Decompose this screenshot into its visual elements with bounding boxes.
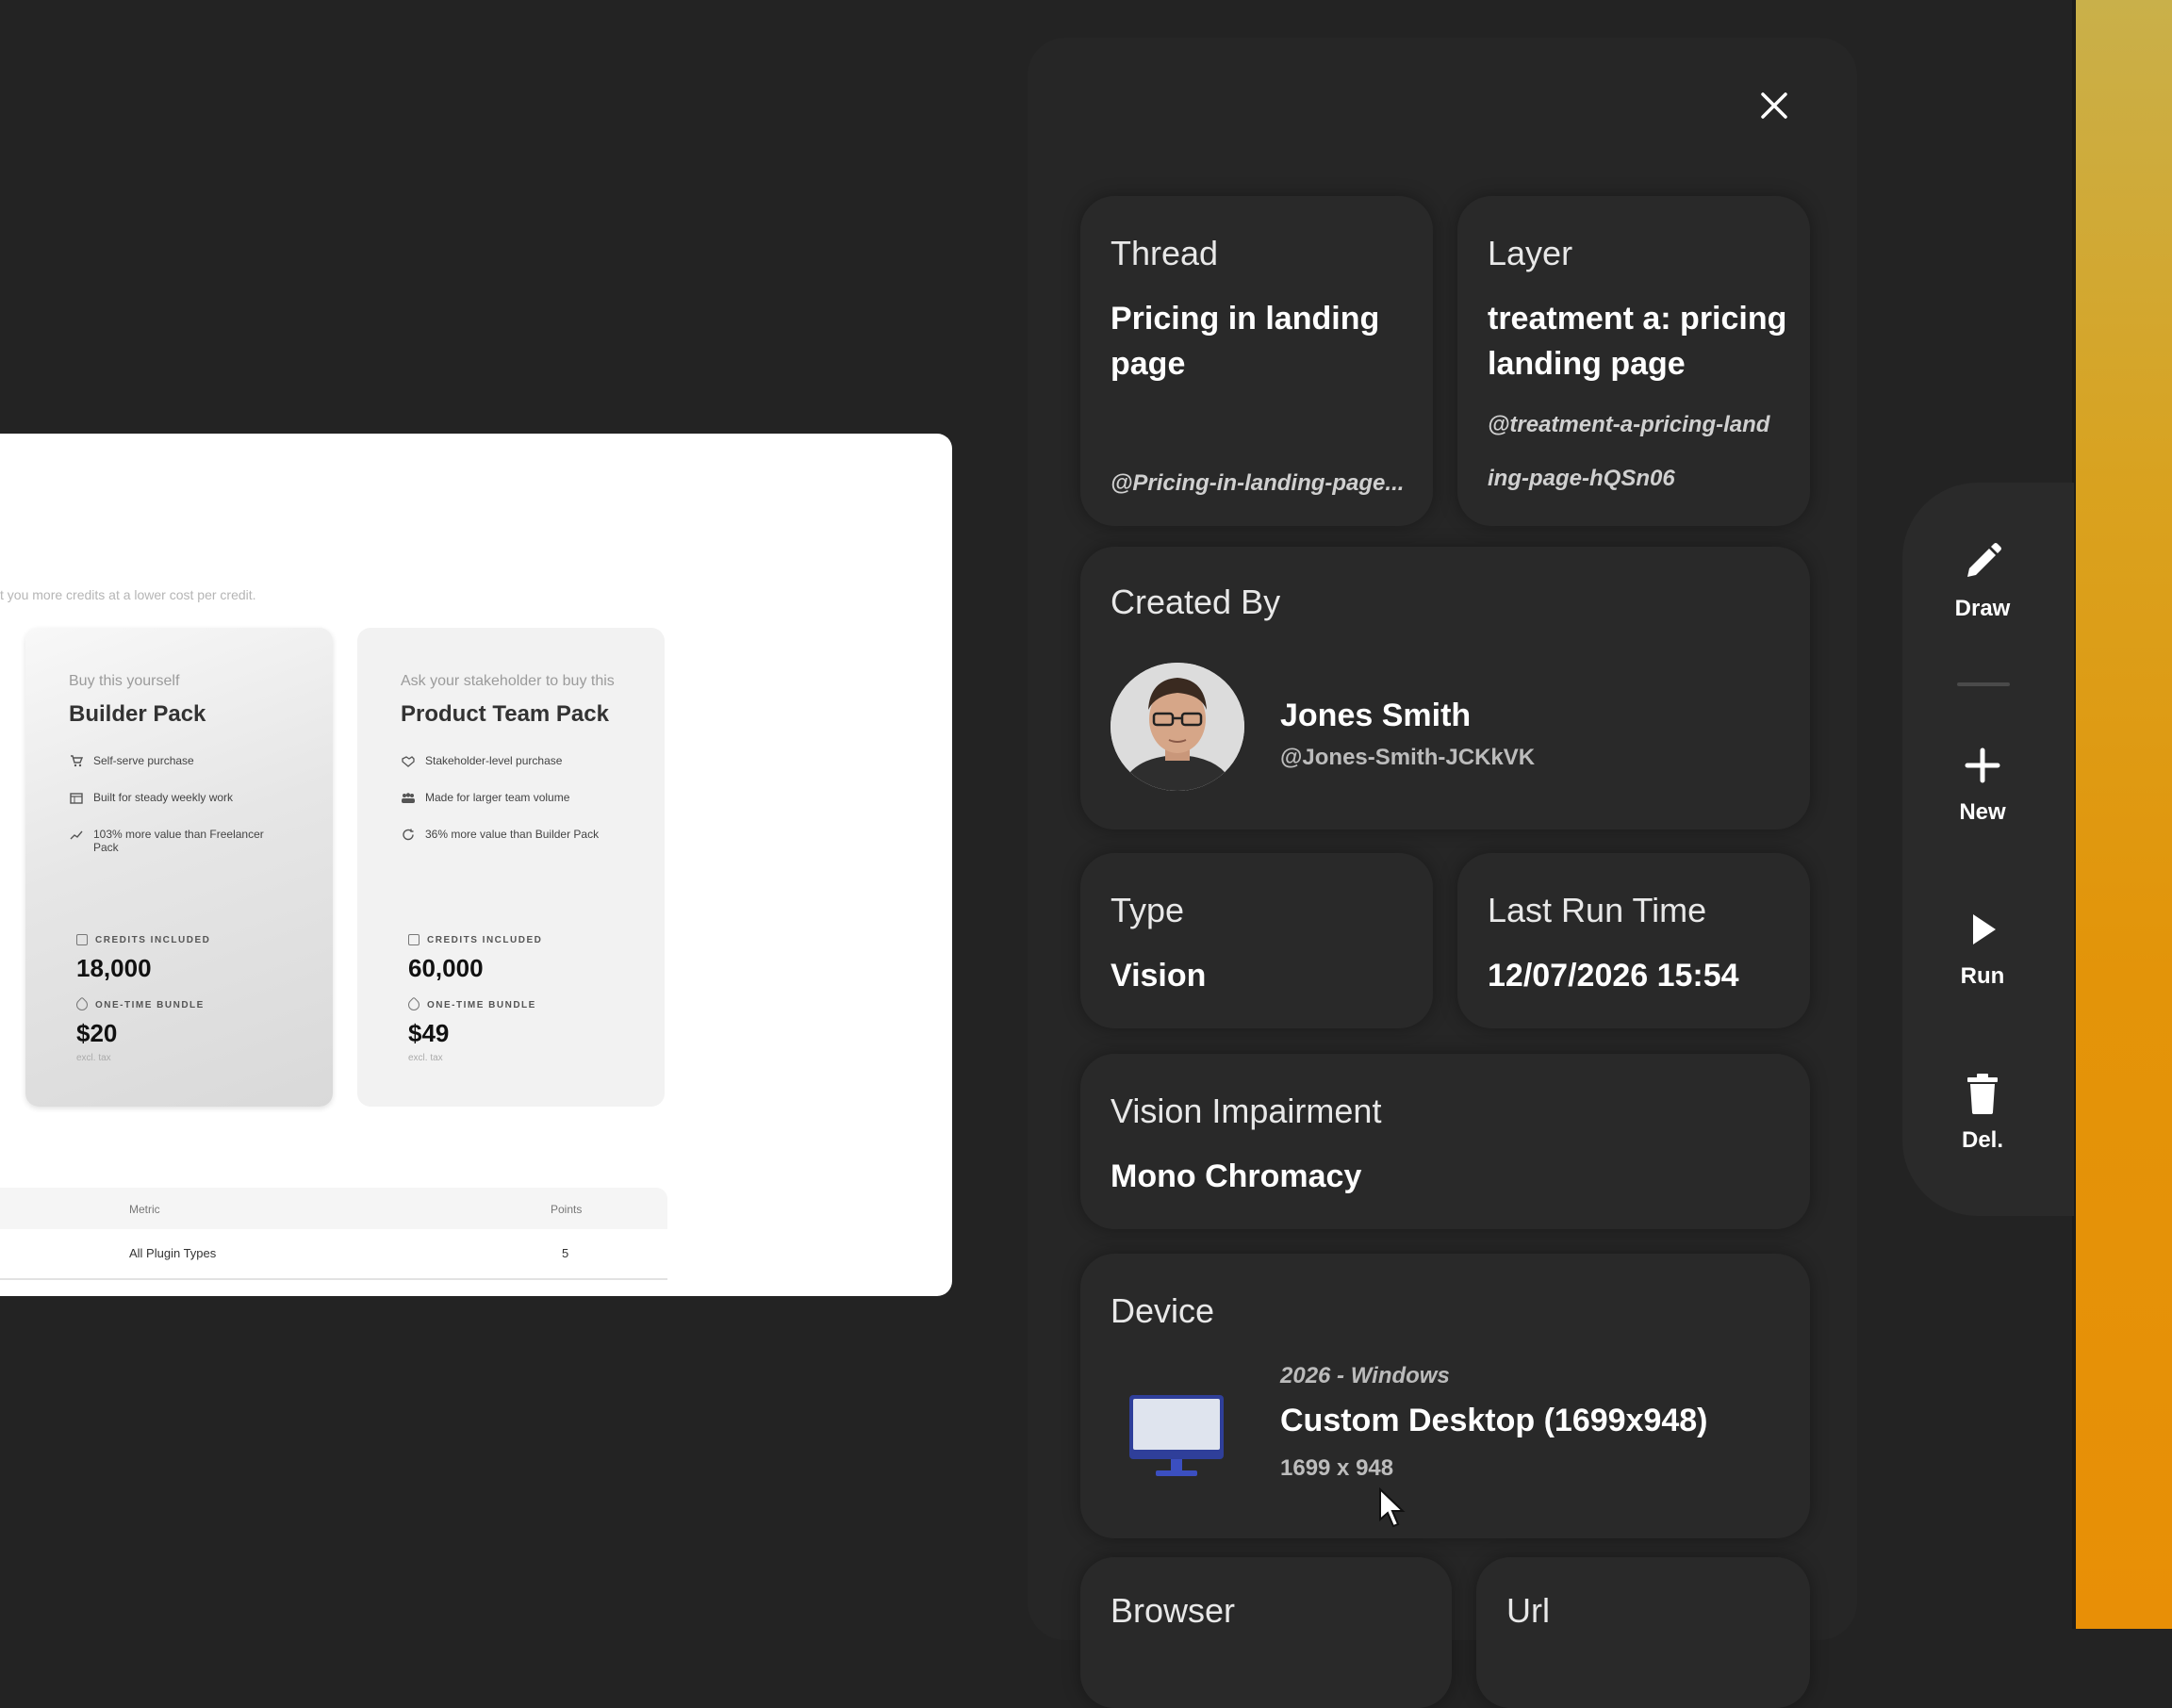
refresh-icon [401,828,416,841]
price-value: $20 [76,1019,118,1047]
card-feature-text: 36% more value than Builder Pack [425,828,600,841]
background-accent-strip [2074,0,2172,1629]
preview-tagline: t you more credits at a lower cost per c… [0,587,256,602]
card-feature-text: Stakeholder-level purchase [425,754,563,767]
created-by-card: Created By Jones Smith @Jones-Smith-JCKk… [1080,547,1810,829]
layer-name: treatment a: pricing landing page [1488,301,1787,382]
card-subtitle: Buy this yourself [69,673,180,689]
pricing-card-product-team-pack: Ask your stakeholder to buy this Product… [357,628,665,1107]
new-button[interactable]: New [1902,743,2063,826]
card-title: Product Team Pack [401,701,609,727]
layer-handle: @treatment-a-pricing-landing-page-hQSn06 [1488,412,1770,491]
card-feature-text: Built for steady weekly work [93,791,234,804]
team-icon [401,791,416,804]
card-subtitle: Ask your stakeholder to buy this [401,673,615,689]
url-card: Url [1476,1557,1810,1708]
card-feature-text: 103% more value than Freelancer Pack [93,828,264,854]
tax-note: excl. tax [76,1053,111,1063]
vision-impairment-value: Mono Chromacy [1111,1158,1362,1194]
last-run-value: 12/07/2026 15:54 [1488,958,1739,994]
new-label: New [1959,799,2006,825]
delete-label: Del. [1961,1127,2003,1153]
url-label: Url [1506,1591,1550,1630]
points-table: Metric Points All Plugin Types 5 [0,1188,667,1282]
credits-included-label: CREDITS INCLUDED [408,934,542,945]
tag-icon [405,996,422,1013]
card-feature: Made for larger team volume [401,791,617,804]
browser-card: Browser [1080,1557,1452,1708]
trend-up-icon [69,828,84,841]
toolbar-separator [1957,682,2010,686]
price-value: $49 [408,1019,450,1047]
vision-impairment-label: Vision Impairment [1111,1092,1382,1130]
draw-label: Draw [1954,596,2011,621]
run-label: Run [1960,963,2005,989]
tax-note: excl. tax [408,1053,443,1063]
card-feature: 103% more value than Freelancer Pack [69,828,286,854]
device-label: Device [1111,1291,1215,1330]
pricing-card-builder-pack: Buy this yourself Builder Pack Self-serv… [25,628,333,1107]
table-header-cell: Metric [129,1203,160,1216]
creator-handle: @Jones-Smith-JCKkVK [1280,745,1536,770]
pencil-icon [1967,543,2001,577]
last-run-card: Last Run Time 12/07/2026 15:54 [1457,853,1810,1028]
table-header: Metric Points [0,1188,667,1229]
table-row: All Plugin Types 5 [0,1229,667,1280]
device-resolution: 1699 x 948 [1280,1455,1394,1481]
calendar-icon [69,791,84,804]
draw-button[interactable]: Draw [1902,539,2063,622]
thread-label: Thread [1111,234,1219,272]
close-icon [1761,92,1787,119]
credits-icon [408,934,420,945]
browser-label: Browser [1111,1591,1236,1630]
type-card: Type Vision [1080,853,1433,1028]
card-feature-text: Made for larger team volume [425,791,570,804]
table-cell: 5 [562,1246,569,1260]
type-value: Vision [1111,958,1207,994]
desktop-monitor-icon [1127,1393,1226,1485]
play-icon [1973,914,1996,944]
mouse-pointer-icon [1378,1486,1407,1534]
card-feature-text: Self-serve purchase [93,754,194,767]
table-header-cell: Points [551,1203,583,1216]
action-toolbar: Draw New Run Del. [1902,483,2074,1216]
layer-card[interactable]: Layer treatment a: pricing landing page … [1457,196,1810,526]
handshake-icon [401,754,416,767]
thread-handle: @Pricing-in-landing-page... [1111,470,1405,496]
card-feature: 36% more value than Builder Pack [401,828,617,841]
card-feature: Stakeholder-level purchase [401,754,617,767]
cart-icon [69,754,84,767]
tag-icon [74,996,90,1013]
avatar [1111,663,1244,791]
trash-icon [1967,1074,1998,1114]
one-time-bundle-label: ONE-TIME BUNDLE [74,996,205,1013]
thread-card[interactable]: Thread Pricing in landing page @Pricing-… [1080,196,1433,526]
credits-icon [76,934,88,945]
device-card: Device 2026 - Windows Custom Desktop (16… [1080,1254,1810,1538]
device-os: 2026 - Windows [1280,1363,1450,1388]
vision-impairment-card: Vision Impairment Mono Chromacy [1080,1054,1810,1229]
last-run-label: Last Run Time [1488,891,1707,929]
one-time-bundle-label: ONE-TIME BUNDLE [405,996,536,1013]
card-title: Builder Pack [69,701,206,727]
card-feature: Self-serve purchase [69,754,286,767]
delete-button[interactable]: Del. [1902,1071,2063,1154]
credits-value: 18,000 [76,954,152,982]
device-name: Custom Desktop (1699x948) [1280,1403,1708,1438]
card-feature: Built for steady weekly work [69,791,286,804]
thread-name: Pricing in landing page [1111,301,1380,382]
credits-included-label: CREDITS INCLUDED [76,934,210,945]
created-by-label: Created By [1111,583,1281,621]
credits-value: 60,000 [408,954,484,982]
table-cell: All Plugin Types [129,1246,217,1260]
layer-label: Layer [1488,234,1573,272]
page-preview[interactable]: t you more credits at a lower cost per c… [0,434,952,1296]
creator-name: Jones Smith [1280,698,1472,733]
plus-icon [1965,747,2000,783]
run-button[interactable]: Run [1902,907,2063,990]
close-button[interactable] [1755,87,1793,124]
type-label: Type [1111,891,1185,929]
